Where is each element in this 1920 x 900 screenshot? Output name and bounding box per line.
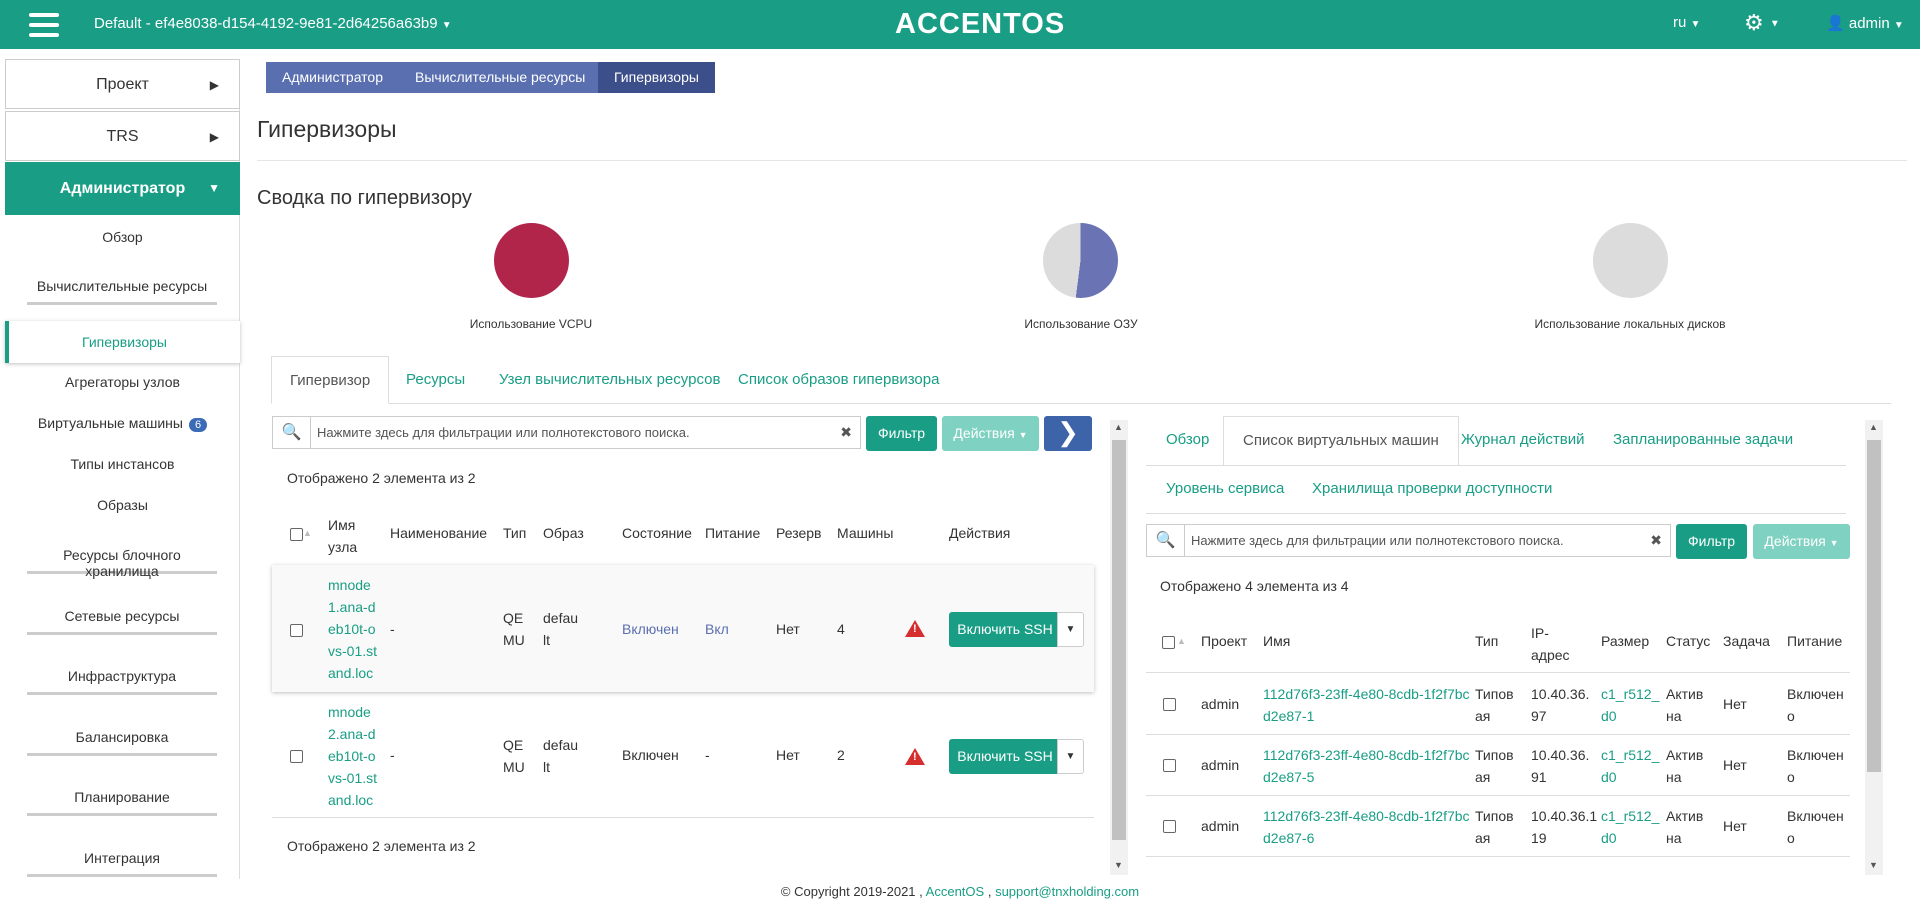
ip-line: 10.40.36.1 (1531, 808, 1598, 824)
cell-ip: 10.40.36. (1531, 866, 1589, 872)
size-line: c1_r512_ (1601, 866, 1659, 872)
row-divider (1146, 734, 1850, 735)
power-line: Включен (1787, 866, 1844, 872)
support-email-link[interactable]: support@tnxholding.com (995, 884, 1139, 899)
name-line: 112d76f3-23ff-4e80-8cdb-1f2f7bc (1263, 686, 1470, 702)
cell-power: Включен о (1787, 805, 1844, 849)
type-line: Типов (1475, 808, 1514, 824)
cell-project: admin (1201, 696, 1240, 712)
cell-name[interactable]: 112d76f3-23ff-4e80-8cdb-1f2f7bc d2e87-1 (1263, 683, 1470, 727)
row-divider (1146, 856, 1850, 857)
type-line: ая (1475, 830, 1491, 846)
type-line: ая (1475, 708, 1491, 724)
accentos-link[interactable]: AccentOS (926, 884, 985, 899)
size-line: d0 (1601, 708, 1617, 724)
power-line: Включен (1787, 686, 1844, 702)
vm-table-body: admin 112d76f3-23ff-4e80-8cdb-1f2f7bc d2e8… (0, 0, 1920, 872)
cell-type: Типов ая (1475, 683, 1514, 727)
cell-project: admin (1201, 757, 1240, 773)
cell-ip: 10.40.36. 91 (1531, 744, 1589, 788)
cell-type: Типов (1475, 866, 1514, 872)
status-line: на (1666, 708, 1682, 724)
cell-task: Нет (1723, 696, 1747, 712)
cell-status: Актив на (1666, 805, 1703, 849)
ip-line: 97 (1531, 708, 1547, 724)
row-checkbox[interactable] (1163, 698, 1176, 711)
ip-line: 10.40.36. (1531, 747, 1590, 763)
cell-type: Типов ая (1475, 805, 1514, 849)
cell-ip: 10.40.36. 97 (1531, 683, 1589, 727)
cell-size[interactable]: c1_r512_ d0 (1601, 805, 1659, 849)
cell-project: admin (1201, 818, 1240, 834)
type-line: Типов (1475, 866, 1514, 872)
type-line: ая (1475, 769, 1491, 785)
cell-name[interactable]: 112d76f3-23ff-4e80-8cdb-1f2f7bc d2e87-5 (1263, 744, 1470, 788)
copyright: © Copyright 2019-2021 , (780, 884, 923, 899)
status-line: Актив (1666, 686, 1704, 702)
footer: © Copyright 2019-2021 , AccentOS , suppo… (0, 884, 1920, 899)
row-divider (1146, 795, 1850, 796)
status-line: Актив (1666, 866, 1703, 872)
cell-ip: 10.40.36.1 19 (1531, 805, 1597, 849)
name-line: 112d76f3-23ff-4e80-8cdb-1f2f7bc (1263, 866, 1470, 872)
power-line: Включен (1787, 808, 1844, 824)
footer-separator: , (987, 884, 992, 899)
size-line: c1_r512_ (1601, 686, 1660, 702)
ip-line: 10.40.36. (1531, 866, 1589, 872)
size-line: c1_r512_ (1601, 747, 1660, 763)
cell-status: Актив на (1666, 683, 1703, 727)
cell-task: Нет (1723, 818, 1747, 834)
power-line: о (1787, 830, 1795, 846)
cell-size[interactable]: c1_r512_ d0 (1601, 744, 1659, 788)
name-line: 112d76f3-23ff-4e80-8cdb-1f2f7bc (1263, 747, 1470, 763)
ip-line: 91 (1531, 769, 1547, 785)
scroll-down-icon[interactable]: ▼ (1869, 860, 1878, 870)
size-line: d0 (1601, 830, 1617, 846)
cell-type: Типов ая (1475, 744, 1514, 788)
row-checkbox[interactable] (1163, 759, 1176, 772)
cell-power: Включен о (1787, 683, 1844, 727)
power-line: Включен (1787, 747, 1844, 763)
cell-name[interactable]: 112d76f3-23ff-4e80-8cdb-1f2f7bc d2e87-6 (1263, 805, 1470, 849)
power-line: о (1787, 769, 1795, 785)
cell-task: Нет (1723, 757, 1747, 773)
type-line: Типов (1475, 686, 1514, 702)
cell-power: Включен (1787, 866, 1844, 872)
status-line: Актив (1666, 747, 1704, 763)
size-line: d0 (1601, 769, 1617, 785)
name-line: 112d76f3-23ff-4e80-8cdb-1f2f7bc (1263, 808, 1470, 824)
ip-line: 19 (1531, 830, 1547, 846)
status-line: на (1666, 830, 1682, 846)
scroll-up-icon[interactable]: ▲ (1869, 422, 1878, 432)
cell-status: Актив (1666, 866, 1703, 872)
type-line: Типов (1475, 747, 1514, 763)
right-scrollbar[interactable]: ▲ ▼ (1865, 420, 1883, 875)
name-line: d2e87-5 (1263, 769, 1315, 785)
status-line: на (1666, 769, 1682, 785)
scrollbar-thumb[interactable] (1867, 440, 1881, 772)
cell-status: Актив на (1666, 744, 1703, 788)
name-line: d2e87-6 (1263, 830, 1315, 846)
cell-size[interactable]: c1_r512_ d0 (1601, 683, 1659, 727)
name-line: d2e87-1 (1263, 708, 1315, 724)
cell-power: Включен о (1787, 744, 1844, 788)
cell-size[interactable]: c1_r512_ (1601, 866, 1659, 872)
cell-name[interactable]: 112d76f3-23ff-4e80-8cdb-1f2f7bc (1263, 866, 1470, 872)
power-line: о (1787, 708, 1795, 724)
status-line: Актив (1666, 808, 1704, 824)
row-checkbox[interactable] (1163, 820, 1176, 833)
ip-line: 10.40.36. (1531, 686, 1590, 702)
size-line: c1_r512_ (1601, 808, 1660, 824)
